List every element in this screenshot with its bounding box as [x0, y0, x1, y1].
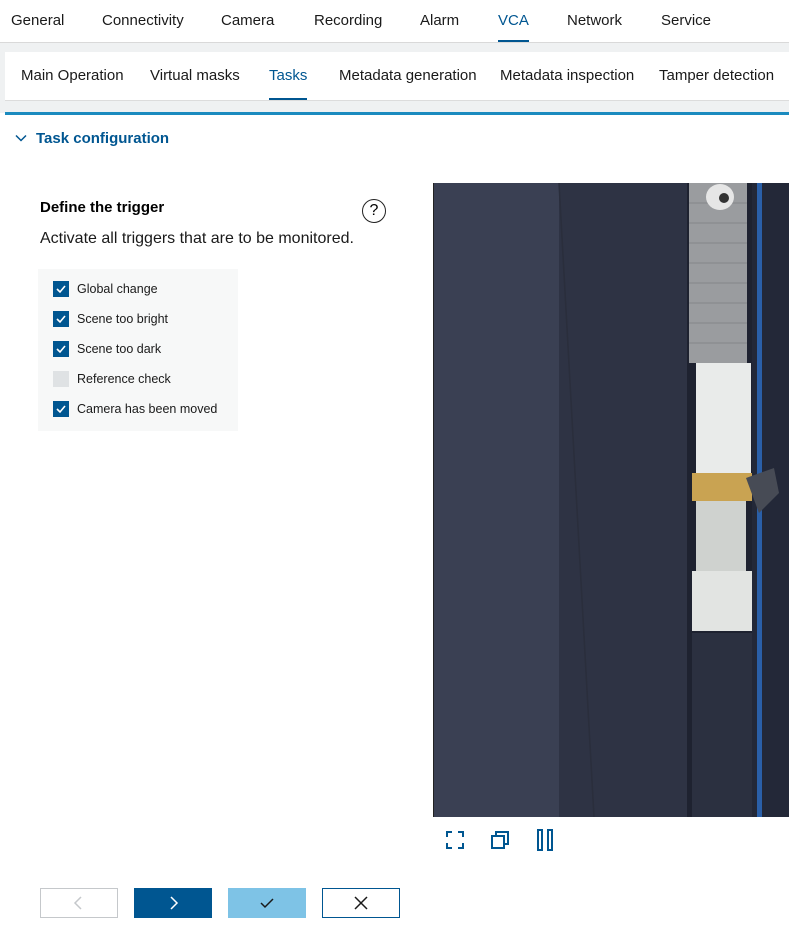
checkbox-reference-check[interactable]: Reference check [53, 370, 171, 388]
tab-tamper-detection[interactable]: Tamper detection [659, 52, 774, 100]
trigger-description: Activate all triggers that are to be mon… [40, 230, 354, 247]
chevron-left-icon [73, 896, 82, 910]
tab-alarm[interactable]: Alarm [420, 0, 459, 42]
checkbox-global-change[interactable]: Global change [53, 280, 158, 298]
checkbox-label: Camera has been moved [77, 402, 218, 416]
checkbox-camera-moved[interactable]: Camera has been moved [53, 400, 217, 418]
tab-connectivity[interactable]: Connectivity [102, 0, 184, 42]
top-navigation: General Connectivity Camera Recording Al… [0, 0, 789, 43]
pause-icon [537, 829, 553, 851]
checkbox-checked-icon[interactable] [53, 281, 69, 297]
section-divider [5, 112, 789, 115]
popout-icon [491, 831, 509, 849]
checkbox-checked-icon[interactable] [53, 401, 69, 417]
task-configuration-toggle[interactable]: Task configuration [14, 127, 169, 149]
chevron-down-icon [15, 134, 27, 142]
trigger-title: Define the trigger [40, 199, 165, 216]
tab-virtual-masks[interactable]: Virtual masks [150, 52, 240, 100]
tab-service[interactable]: Service [661, 0, 711, 42]
camera-scene-image [434, 183, 789, 817]
tab-main-operation[interactable]: Main Operation [21, 52, 124, 100]
fullscreen-icon [446, 831, 464, 849]
checkbox-label: Global change [77, 282, 158, 296]
check-icon [260, 898, 274, 909]
checkbox-checked-icon[interactable] [53, 341, 69, 357]
checkbox-label: Scene too bright [77, 312, 169, 326]
tab-vca[interactable]: VCA [498, 0, 529, 42]
tab-tasks[interactable]: Tasks [269, 52, 308, 100]
tab-camera[interactable]: Camera [221, 0, 274, 42]
popout-button[interactable] [486, 826, 514, 854]
checkbox-label: Reference check [77, 372, 171, 386]
tab-recording[interactable]: Recording [314, 0, 382, 42]
question-icon[interactable]: ? [362, 199, 386, 223]
camera-video-preview[interactable] [433, 183, 789, 817]
cancel-button[interactable] [322, 888, 400, 918]
tab-metadata-generation[interactable]: Metadata generation [339, 52, 477, 100]
tab-metadata-inspection[interactable]: Metadata inspection [500, 52, 634, 100]
checkbox-scene-too-bright[interactable]: Scene too bright [53, 310, 168, 328]
tab-network[interactable]: Network [567, 0, 622, 42]
previous-button[interactable] [40, 888, 118, 918]
trigger-checklist: Global change Scene too bright Scene too… [38, 269, 238, 431]
checkbox-unchecked-icon[interactable] [53, 371, 69, 387]
pause-button[interactable] [531, 826, 559, 854]
chevron-right-icon [170, 896, 179, 910]
next-button[interactable] [134, 888, 212, 918]
sub-navigation: Main Operation Virtual masks Tasks Metad… [0, 43, 789, 115]
fullscreen-button[interactable] [441, 826, 469, 854]
confirm-button[interactable] [228, 888, 306, 918]
checkbox-label: Scene too dark [77, 342, 162, 356]
section-title: Task configuration [36, 129, 170, 147]
tab-general[interactable]: General [11, 0, 64, 42]
sub-navigation-tabs: Main Operation Virtual masks Tasks Metad… [5, 52, 789, 101]
checkbox-scene-too-dark[interactable]: Scene too dark [53, 340, 161, 358]
checkbox-checked-icon[interactable] [53, 311, 69, 327]
close-icon [354, 896, 368, 910]
